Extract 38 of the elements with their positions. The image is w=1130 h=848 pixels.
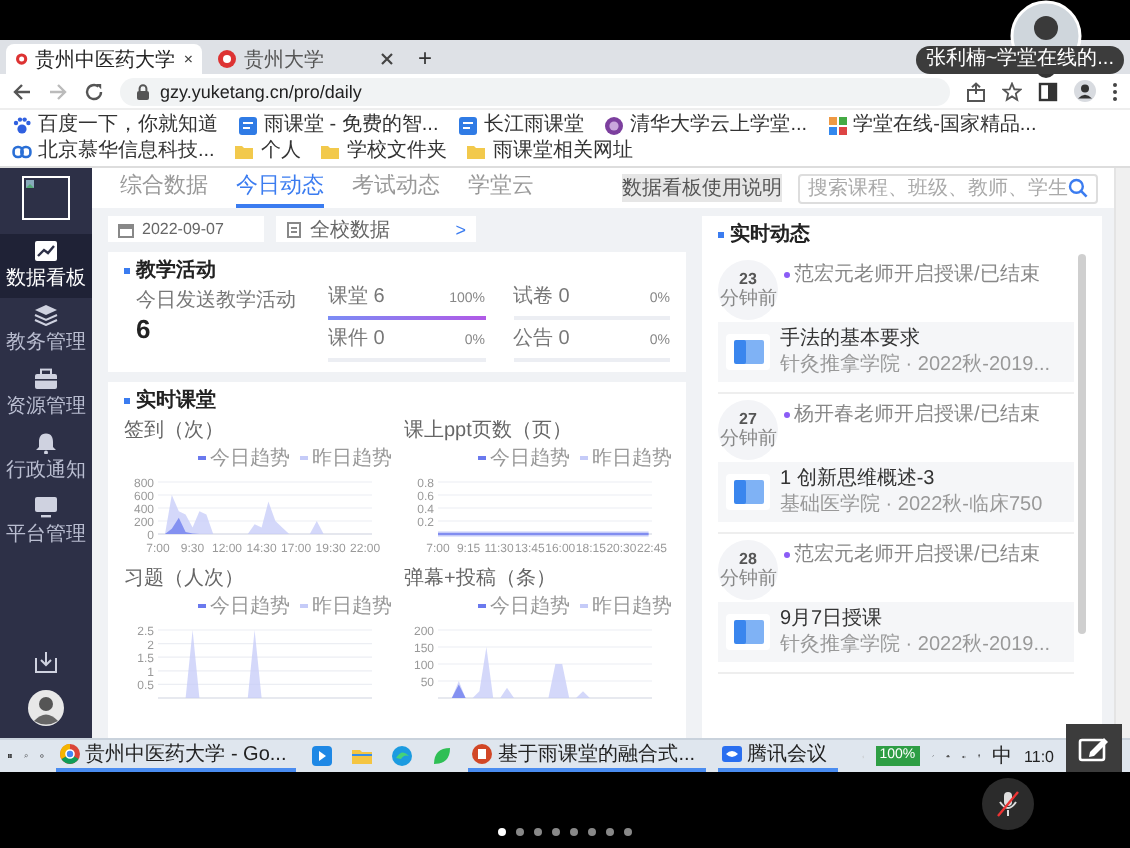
legend-label: 昨日趋势: [592, 445, 672, 472]
chart-title: 习题（人次）: [124, 566, 244, 592]
course-title: 手法的基本要求: [780, 326, 922, 352]
chart-title: 签到（次）: [124, 418, 224, 444]
course-title: 9月7日授课: [780, 606, 885, 632]
chart-title: 弹幕+投稿（条）: [404, 565, 556, 592]
chart-title: 课上ppt页数（页）: [404, 417, 572, 444]
time-unit: 分钟前: [719, 568, 777, 590]
legend-label: 昨日趋势: [312, 593, 392, 620]
legend-label: 昨日趋势: [592, 593, 672, 620]
legend-label: 昨日趋势: [312, 445, 392, 472]
metric-label: 课件 0: [328, 328, 385, 352]
event-text: 范宏元老师开启授课/已结束: [794, 541, 1040, 568]
clock: 11:0: [1024, 747, 1055, 765]
legend-label: 今日趋势: [490, 593, 570, 620]
time-value: 27: [739, 410, 757, 428]
time-unit: 分钟前: [719, 288, 777, 310]
course-detail: 针灸推拿学院 · 2022秋-2019...: [780, 632, 1053, 658]
section-title: 实时动态: [718, 222, 1086, 248]
summary-value: 6: [136, 314, 153, 344]
event-text: 范宏元老师开启授课/已结束: [794, 261, 1040, 288]
metric-label: 课堂 6: [328, 286, 385, 310]
course-title: 1 创新思维概述-3: [780, 466, 937, 492]
section-title: 实时课堂: [124, 388, 670, 414]
summary-label: 今日发送教学活动: [136, 288, 298, 314]
course-detail: 针灸推拿学院 · 2022秋-2019...: [780, 352, 1053, 378]
event-text: 杨开春老师开启授课/已结束: [794, 401, 1040, 428]
legend-label: 今日趋势: [490, 445, 570, 472]
metric-label: 公告 0: [513, 328, 570, 352]
legend-label: 今日趋势: [210, 445, 290, 472]
speaker-name-label: 张利楠~学堂在线的...: [915, 46, 1124, 74]
metric-label: 试卷 0: [513, 286, 570, 310]
time-value: 28: [739, 550, 757, 568]
time-unit: 分钟前: [719, 428, 777, 450]
legend-label: 今日趋势: [210, 593, 290, 620]
course-detail: 基础医学院 · 2022秋-临床750: [780, 492, 1045, 518]
section-title: 教学活动: [124, 258, 670, 284]
time-value: 23: [739, 270, 757, 288]
